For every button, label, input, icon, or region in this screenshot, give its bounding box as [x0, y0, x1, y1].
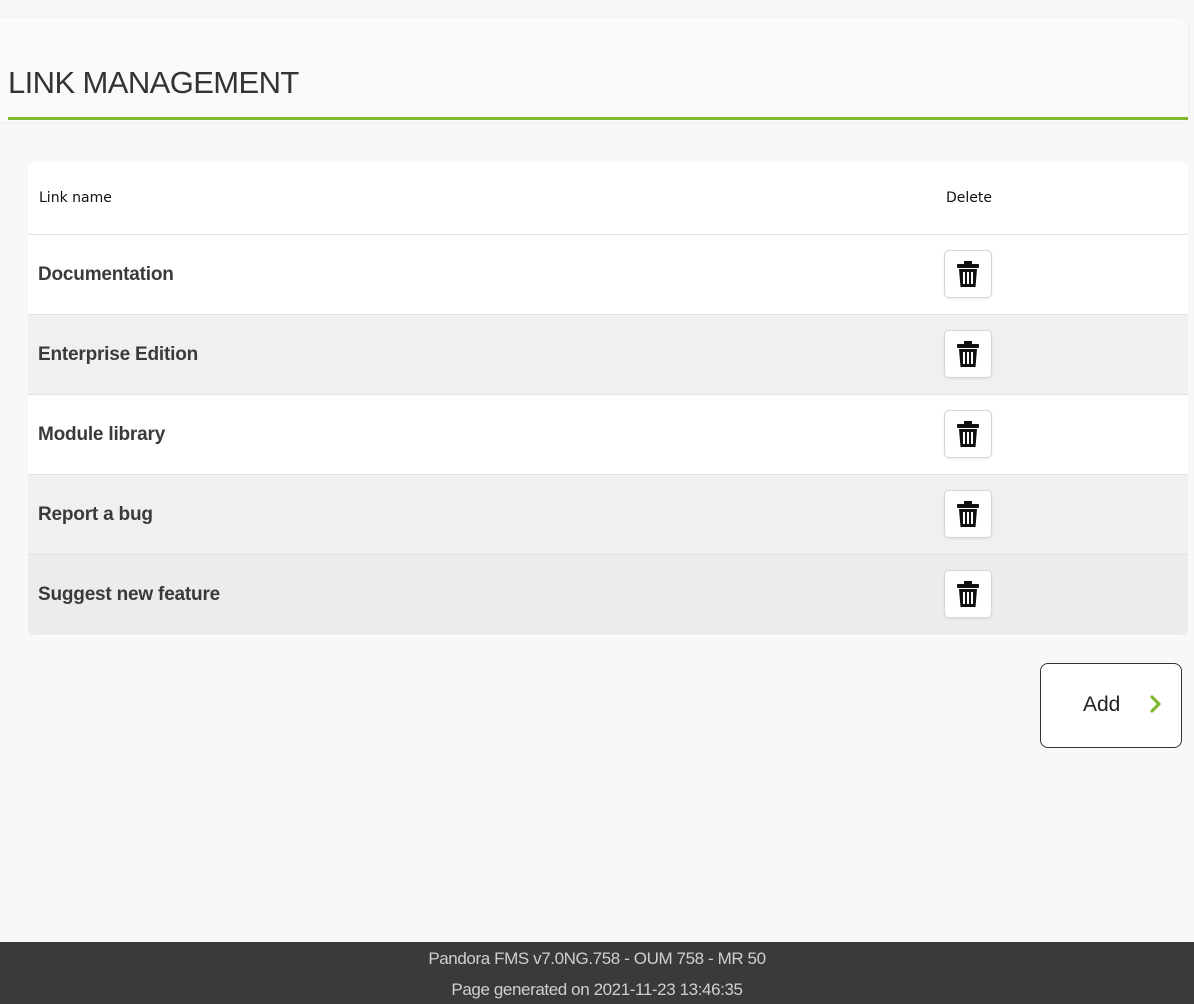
footer: Pandora FMS v7.0NG.758 - OUM 758 - MR 50… [0, 942, 1194, 1004]
column-header-link-name: Link name [39, 190, 112, 206]
delete-button[interactable] [944, 410, 992, 458]
trash-icon [957, 421, 979, 447]
table-header: Link name Delete [28, 162, 1188, 235]
page-title: LINK MANAGEMENT [8, 65, 299, 100]
links-table: Link name Delete Documentation Enterpris… [28, 162, 1188, 636]
delete-button[interactable] [944, 330, 992, 378]
trash-icon [957, 341, 979, 367]
table-row: Documentation [28, 235, 1188, 315]
trash-icon [957, 261, 979, 287]
table-row: Module library [28, 395, 1188, 475]
link-name: Report a bug [38, 504, 153, 525]
delete-button[interactable] [944, 570, 992, 618]
link-name: Suggest new feature [38, 584, 221, 605]
column-header-delete: Delete [946, 190, 992, 206]
delete-button[interactable] [944, 250, 992, 298]
footer-generated: Page generated on 2021-11-23 13:46:35 [451, 980, 743, 999]
table-row: Report a bug [28, 475, 1188, 555]
add-button[interactable]: Add [1040, 663, 1182, 748]
footer-version: Pandora FMS v7.0NG.758 - OUM 758 - MR 50 [428, 949, 766, 968]
trash-icon [957, 501, 979, 527]
link-name: Enterprise Edition [38, 344, 199, 365]
link-name: Module library [38, 424, 166, 445]
chevron-right-icon [1150, 695, 1161, 713]
delete-button[interactable] [944, 490, 992, 538]
table-row: Enterprise Edition [28, 315, 1188, 395]
title-underline [8, 117, 1188, 120]
add-button-label: Add [1083, 693, 1121, 716]
table-row: Suggest new feature [28, 555, 1188, 635]
trash-icon [957, 581, 979, 607]
link-name: Documentation [38, 264, 174, 285]
